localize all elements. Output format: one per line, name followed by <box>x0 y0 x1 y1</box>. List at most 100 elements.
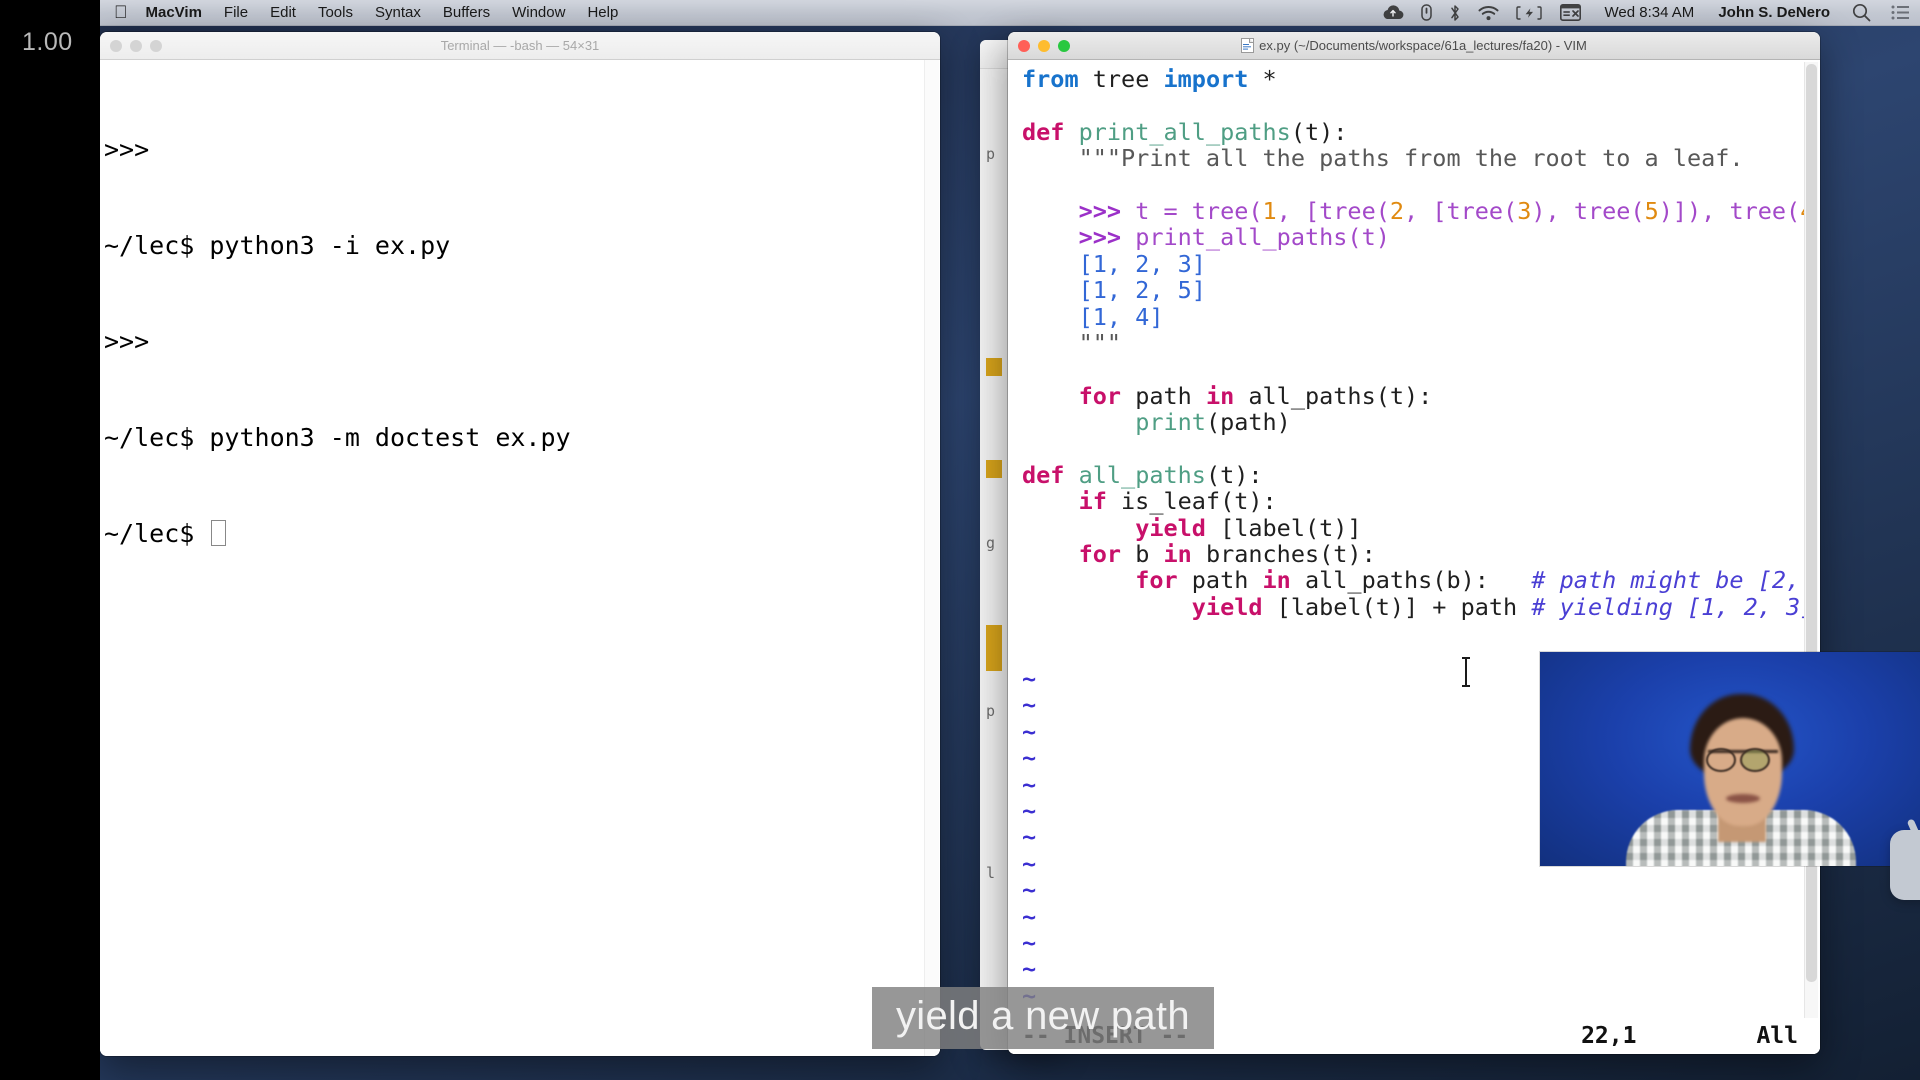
menu-item-macvim[interactable]: MacVim <box>146 4 202 21</box>
vim-title: ex.py (~/Documents/workspace/61a_lecture… <box>1008 38 1820 53</box>
code-token: 2 <box>1390 197 1404 225</box>
vim-code-line <box>1022 356 1804 382</box>
menubar-user-name[interactable]: John S. DeNero <box>1718 4 1830 21</box>
close-button[interactable] <box>110 40 122 52</box>
code-token: for <box>1079 382 1121 410</box>
terminal-line: ~/lec$ python3 -i ex.py <box>104 230 940 262</box>
code-token <box>1022 487 1079 515</box>
apple-icon[interactable]:  <box>114 3 128 21</box>
terminal-traffic-lights[interactable] <box>110 40 162 52</box>
code-token: # path might be [2, 3] <box>1531 566 1804 594</box>
vim-tilde-marker: ~ <box>1022 956 1036 982</box>
vim-code-line: def all_paths(t): <box>1022 462 1804 488</box>
code-token: """ <box>1022 329 1121 357</box>
code-token: is_leaf(t): <box>1107 487 1277 515</box>
vim-code-area[interactable]: from tree import * def print_all_paths(t… <box>1008 60 1804 1018</box>
terminal-scrollbar[interactable] <box>924 60 939 1056</box>
control-center-list-icon[interactable] <box>1891 5 1910 20</box>
vim-code-line: for b in branches(t): <box>1022 541 1804 567</box>
code-token: print_all_paths <box>1079 118 1291 146</box>
vim-code-line: [1, 4] <box>1022 304 1804 330</box>
vim-code-line: """ <box>1022 330 1804 356</box>
code-token: branches(t): <box>1192 540 1376 568</box>
code-token: )]), tree( <box>1659 197 1800 225</box>
terminal-window[interactable]: Terminal — -bash — 54×31 >>> ~/lec$ pyth… <box>100 32 940 1056</box>
code-token: print_all_paths(t) <box>1121 223 1390 251</box>
code-token: [label(t)] + path <box>1263 593 1532 621</box>
vim-code-line: [1, 2, 3] <box>1022 251 1804 277</box>
code-token: in <box>1263 566 1291 594</box>
vim-editor-body[interactable]: from tree import * def print_all_paths(t… <box>1008 60 1820 1054</box>
menu-item-file[interactable]: File <box>224 4 248 21</box>
code-token: all_paths(b): <box>1291 566 1532 594</box>
vim-traffic-lights[interactable] <box>1018 40 1070 52</box>
code-token <box>1064 461 1078 489</box>
code-token: """Print all the paths from the root to … <box>1022 144 1744 172</box>
vim-code-line: for path in all_paths(b): # path might b… <box>1022 567 1804 593</box>
code-token: (path) <box>1206 408 1291 436</box>
vim-tilde-marker: ~ <box>1022 851 1036 877</box>
playback-speed-indicator: 1.00 <box>22 28 73 57</box>
code-token: (t): <box>1291 118 1348 146</box>
terminal-output-area[interactable]: >>> ~/lec$ python3 -i ex.py >>> ~/lec$ p… <box>100 60 940 1056</box>
mac-desktop:  MacVim File Edit Tools Syntax Buffers … <box>100 0 1920 1080</box>
terminal-line: >>> <box>104 134 940 166</box>
code-token: b <box>1121 540 1163 568</box>
code-token <box>1064 118 1078 146</box>
vim-tilde-marker: ~ <box>1022 930 1036 956</box>
vim-tilde-marker: ~ <box>1022 904 1036 930</box>
vim-tilde-marker: ~ <box>1022 692 1036 718</box>
minimize-button[interactable] <box>130 40 142 52</box>
terminal-line: ~/lec$ python3 -m doctest ex.py <box>104 422 940 454</box>
vim-titlebar[interactable]: ex.py (~/Documents/workspace/61a_lecture… <box>1008 32 1820 60</box>
usb-drive-icon[interactable] <box>1421 4 1432 21</box>
terminal-prompt-text: ~/lec$ <box>104 519 209 548</box>
code-token <box>1022 540 1079 568</box>
bluetooth-icon[interactable] <box>1449 4 1461 22</box>
terminal-titlebar[interactable]: Terminal — -bash — 54×31 <box>100 32 940 60</box>
menu-item-tools[interactable]: Tools <box>318 4 353 21</box>
code-token: def <box>1022 118 1064 146</box>
menu-item-edit[interactable]: Edit <box>270 4 296 21</box>
wifi-icon[interactable] <box>1478 5 1499 21</box>
vim-window[interactable]: ex.py (~/Documents/workspace/61a_lecture… <box>1008 32 1820 1054</box>
caption-overlay: yield a new path <box>872 987 1214 1049</box>
code-token: [label(t)] <box>1206 514 1362 542</box>
code-token: path <box>1178 566 1263 594</box>
maximize-button[interactable] <box>1058 40 1070 52</box>
code-token <box>1149 65 1163 93</box>
cloud-icon[interactable] <box>1382 5 1404 20</box>
menu-item-window[interactable]: Window <box>512 4 565 21</box>
vim-code-line: >>> t = tree(1, [tree(2, [tree(3), tree(… <box>1022 198 1804 224</box>
menubar-clock[interactable]: Wed 8:34 AM <box>1605 4 1695 21</box>
webcam-glasses-lens-right <box>1740 748 1770 772</box>
code-token: >>> <box>1079 223 1121 251</box>
menu-item-syntax[interactable]: Syntax <box>375 4 421 21</box>
menu-item-help[interactable]: Help <box>587 4 618 21</box>
code-token: in <box>1164 540 1192 568</box>
video-play-badge-icon[interactable] <box>1890 830 1920 900</box>
menu-item-buffers[interactable]: Buffers <box>443 4 490 21</box>
mac-menu-bar:  MacVim File Edit Tools Syntax Buffers … <box>100 0 1920 26</box>
code-token: for <box>1079 540 1121 568</box>
instructor-webcam-overlay[interactable] <box>1540 652 1920 866</box>
vim-code-line <box>1022 435 1804 461</box>
vim-code-line: yield [label(t)] + path # yielding [1, 2… <box>1022 594 1804 620</box>
vim-code-line: """Print all the paths from the root to … <box>1022 145 1804 171</box>
vim-tilde-marker: ~ <box>1022 877 1036 903</box>
code-token: yield <box>1192 593 1263 621</box>
vim-tilde-marker: ~ <box>1022 798 1036 824</box>
maximize-button[interactable] <box>150 40 162 52</box>
webcam-face <box>1704 718 1782 826</box>
code-token: 5 <box>1645 197 1659 225</box>
code-token: 3 <box>1517 197 1531 225</box>
terminal-prompt-line: ~/lec$ <box>104 518 940 550</box>
screen-recorder-icon[interactable] <box>1560 4 1581 21</box>
battery-charging-icon[interactable] <box>1516 6 1543 20</box>
vim-scrollbar[interactable] <box>1804 62 1818 1018</box>
search-icon[interactable] <box>1852 3 1871 22</box>
code-token: tree <box>1093 65 1150 93</box>
vim-code-line: yield [label(t)] <box>1022 515 1804 541</box>
minimize-button[interactable] <box>1038 40 1050 52</box>
close-button[interactable] <box>1018 40 1030 52</box>
